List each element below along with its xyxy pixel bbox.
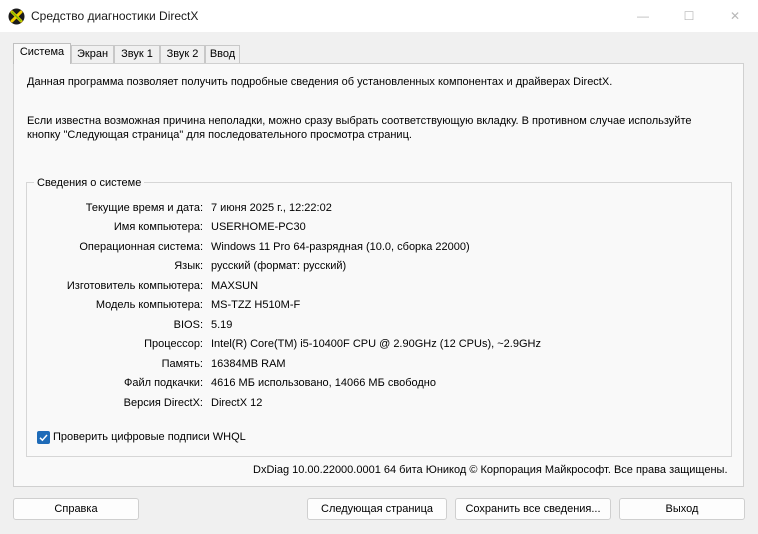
- info-label: Язык:: [174, 260, 203, 272]
- whql-checkbox-label[interactable]: Проверить цифровые подписи WHQL: [53, 431, 246, 443]
- window-title: Средство диагностики DirectX: [31, 9, 199, 23]
- copyright-text: DxDiag 10.00.22000.0001 64 бита Юникод ©…: [253, 464, 728, 476]
- minimize-icon: —: [637, 9, 649, 23]
- exit-button[interactable]: Выход: [619, 498, 745, 520]
- info-value: 4616 МБ использовано, 14066 МБ свободно: [211, 377, 436, 389]
- info-value: русский (формат: русский): [211, 260, 347, 272]
- tab-sound-1[interactable]: Звук 1: [114, 45, 160, 63]
- info-value: 16384MB RAM: [211, 358, 286, 370]
- info-row-os: Операционная система: Windows 11 Pro 64-…: [0, 241, 758, 255]
- info-label: Текущие время и дата:: [85, 202, 203, 214]
- info-row-manufacturer: Изготовитель компьютера: MAXSUN: [0, 280, 758, 294]
- info-value: Windows 11 Pro 64-разрядная (10.0, сборк…: [211, 241, 470, 253]
- hint-text-line-2: кнопку "Следующая страница" для последов…: [27, 129, 412, 141]
- info-row-model: Модель компьютера: MS-TZZ H510M-F: [0, 299, 758, 313]
- info-row-pagefile: Файл подкачки: 4616 МБ использовано, 140…: [0, 377, 758, 391]
- info-row-directx-version: Версия DirectX: DirectX 12: [0, 397, 758, 411]
- info-value: USERHOME-PC30: [211, 221, 306, 233]
- tab-input[interactable]: Ввод: [205, 45, 240, 63]
- info-label: Память:: [161, 358, 203, 370]
- info-row-language: Язык: русский (формат: русский): [0, 260, 758, 274]
- next-page-button[interactable]: Следующая страница: [307, 498, 447, 520]
- info-value: 7 июня 2025 г., 12:22:02: [211, 202, 332, 214]
- info-label: Модель компьютера:: [95, 299, 203, 311]
- system-info-title: Сведения о системе: [34, 177, 145, 189]
- info-row-processor: Процессор: Intel(R) Core(TM) i5-10400F C…: [0, 338, 758, 352]
- info-value: MAXSUN: [211, 280, 259, 292]
- info-row-bios: BIOS: 5.19: [0, 319, 758, 333]
- info-label: Операционная система:: [79, 241, 203, 253]
- info-value: 5.19: [211, 319, 233, 331]
- save-all-info-button[interactable]: Сохранить все сведения...: [455, 498, 611, 520]
- info-value: Intel(R) Core(TM) i5-10400F CPU @ 2.90GH…: [211, 338, 541, 350]
- info-row-memory: Память: 16384MB RAM: [0, 358, 758, 372]
- info-value: MS-TZZ H510M-F: [211, 299, 301, 311]
- info-row-datetime: Текущие время и дата: 7 июня 2025 г., 12…: [0, 202, 758, 216]
- tab-sound-2[interactable]: Звук 2: [160, 45, 205, 63]
- info-label: Процессор:: [144, 338, 203, 350]
- info-label: BIOS:: [173, 319, 203, 331]
- info-label: Версия DirectX:: [123, 397, 203, 409]
- whql-checkbox[interactable]: [37, 431, 50, 444]
- close-button[interactable]: ✕: [712, 0, 758, 32]
- minimize-button[interactable]: —: [620, 0, 666, 32]
- title-bar: Средство диагностики DirectX — ☐ ✕: [0, 0, 758, 33]
- hint-text-line-1: Если известна возможная причина неполадк…: [27, 115, 692, 127]
- intro-text: Данная программа позволяет получить подр…: [27, 76, 613, 88]
- info-label: Файл подкачки:: [123, 377, 203, 389]
- info-row-computer-name: Имя компьютера: USERHOME-PC30: [0, 221, 758, 235]
- info-value: DirectX 12: [211, 397, 263, 409]
- info-label: Изготовитель компьютера:: [66, 280, 203, 292]
- maximize-icon: ☐: [683, 9, 695, 23]
- directx-app-icon: [8, 8, 25, 25]
- maximize-button[interactable]: ☐: [666, 0, 712, 32]
- tab-system[interactable]: Система: [13, 43, 71, 64]
- info-label: Имя компьютера:: [113, 221, 203, 233]
- checkmark-icon: [39, 434, 48, 442]
- help-button[interactable]: Справка: [13, 498, 139, 520]
- close-icon: ✕: [729, 9, 741, 23]
- tab-display[interactable]: Экран: [71, 45, 114, 63]
